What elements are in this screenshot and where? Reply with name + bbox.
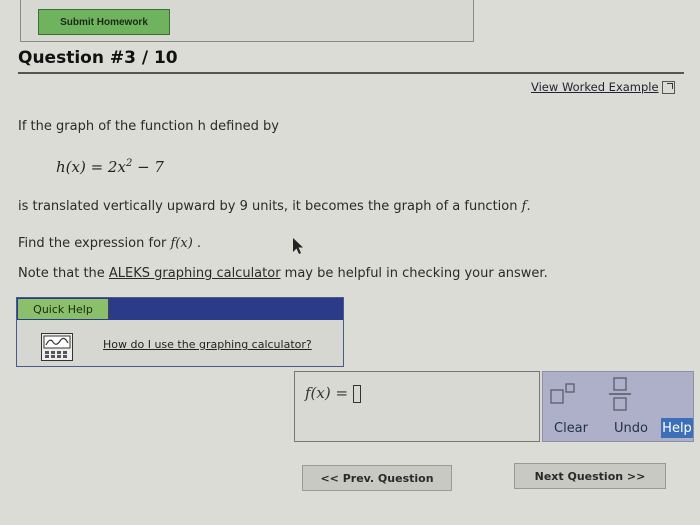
superscript-icon[interactable] (549, 382, 579, 406)
external-link-icon[interactable] (661, 80, 675, 94)
answer-label: f(x) = (305, 384, 361, 403)
submit-homework-button[interactable]: Submit Homework (38, 9, 170, 35)
note-text-end: may be helpful in checking your answer. (280, 266, 548, 281)
worked-example-label[interactable]: View Worked Example (531, 80, 659, 94)
undo-button[interactable]: Undo (607, 418, 655, 438)
quick-help-panel: Quick Help How do I use the graphing cal… (16, 297, 344, 367)
function-equation: h(x) = 2x2 − 7 (56, 158, 164, 176)
problem-line-1: If the graph of the function h defined b… (18, 119, 279, 134)
math-tool-panel: Clear Undo Help (542, 371, 694, 442)
note-text: Note that the (18, 266, 109, 281)
answer-input-cursor[interactable] (352, 385, 361, 403)
aleks-calculator-link[interactable]: ALEKS graphing calculator (109, 266, 281, 281)
title-divider (18, 72, 684, 74)
help-button[interactable]: Help (661, 418, 693, 438)
mouse-pointer-icon (293, 238, 303, 254)
line2-end: . (526, 199, 531, 214)
graph-calculator-icon[interactable] (41, 333, 73, 361)
graphing-calculator-help-link[interactable]: How do I use the graphing calculator? (103, 338, 312, 351)
problem-line-3: Find the expression for f(x) . (18, 236, 201, 251)
line2-text: is translated vertically upward by 9 uni… (18, 199, 522, 214)
clear-button[interactable]: Clear (547, 418, 595, 438)
fraction-icon[interactable] (605, 376, 635, 412)
view-worked-example-link[interactable]: View Worked Example (531, 80, 675, 94)
quick-help-tab[interactable]: Quick Help (18, 299, 109, 319)
answer-input-area[interactable]: f(x) = (294, 371, 540, 442)
equation-rhs: − 7 (132, 158, 164, 176)
equation-lhs: h(x) = 2x (56, 158, 126, 176)
answer-prefix: f(x) = (305, 384, 349, 402)
question-title: Question #3 / 10 (18, 48, 178, 68)
line3-end: . (192, 236, 202, 251)
problem-line-2: is translated vertically upward by 9 uni… (18, 199, 531, 214)
next-question-button[interactable]: Next Question >> (514, 463, 666, 489)
note-line: Note that the ALEKS graphing calculator … (18, 266, 548, 281)
line3-text: Find the expression for (18, 236, 171, 251)
function-fx: f(x) (170, 236, 193, 251)
prev-question-button[interactable]: << Prev. Question (302, 465, 452, 491)
